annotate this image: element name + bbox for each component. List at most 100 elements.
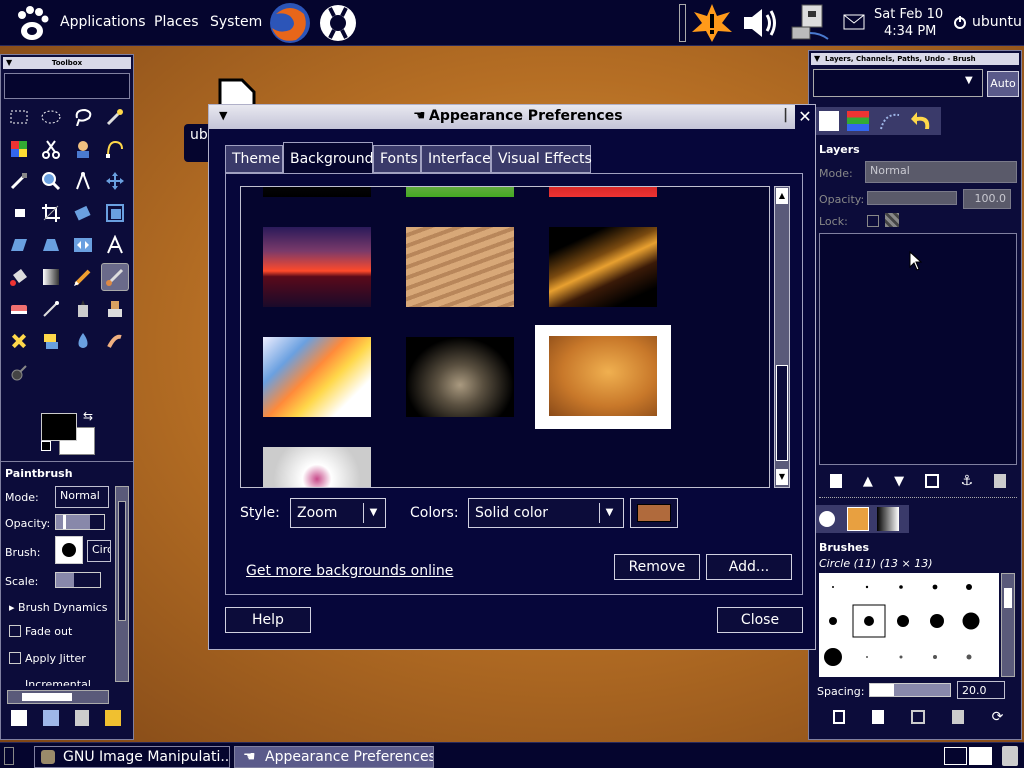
wallpaper-sunset[interactable]	[263, 227, 371, 307]
scale-slider[interactable]	[55, 572, 101, 588]
tab-theme[interactable]: Theme	[225, 145, 283, 173]
eraser-icon[interactable]	[5, 295, 33, 323]
color-select-icon[interactable]	[5, 135, 33, 163]
paths-tab-icon[interactable]	[879, 111, 901, 131]
brush-name-field[interactable]: Circ	[87, 540, 111, 562]
wallpaper-flower[interactable]	[263, 447, 371, 487]
wallpaper-scrollbar[interactable]: ▲ ▼	[774, 186, 790, 488]
perspective-clone-icon[interactable]	[37, 327, 65, 355]
user-name[interactable]: ubuntu	[972, 14, 1022, 30]
restore-options-icon[interactable]	[43, 710, 59, 726]
dock-menu-arrow[interactable]: ▼	[814, 54, 820, 63]
colors-select[interactable]: Solid color ▼	[468, 498, 624, 528]
clock-time[interactable]: 4:34 PM	[884, 24, 936, 39]
rect-select-icon[interactable]	[5, 103, 33, 131]
smudge-icon[interactable]	[101, 327, 129, 355]
close-button[interactable]: Close	[717, 607, 803, 633]
brush-grid[interactable]	[819, 573, 999, 677]
scroll-up-arrow[interactable]: ▲	[776, 188, 788, 204]
trash-icon[interactable]	[1002, 746, 1018, 766]
clone-icon[interactable]	[101, 295, 129, 323]
image-combo-arrow[interactable]: ▼	[965, 75, 973, 86]
align-icon[interactable]	[5, 199, 33, 227]
workspace-2[interactable]	[969, 747, 992, 765]
image-select-combo[interactable]	[813, 69, 983, 97]
colors-dropdown-arrow[interactable]: ▼	[599, 503, 619, 523]
lock-alpha-checkbox[interactable]	[867, 215, 879, 227]
tab-background[interactable]: Background	[283, 142, 374, 174]
brush-preview-button[interactable]	[55, 536, 83, 564]
gradients-tab-icon[interactable]	[877, 507, 899, 531]
edit-brush-icon[interactable]	[832, 710, 845, 724]
firefox-launcher-icon[interactable]	[266, 0, 314, 46]
minimize-icon[interactable]: |	[783, 107, 788, 123]
workspace-switcher[interactable]	[944, 747, 992, 765]
wallpaper-partial-3[interactable]	[549, 187, 657, 197]
undo-tab-icon[interactable]	[909, 109, 935, 133]
layer-opacity-slider[interactable]	[867, 191, 957, 205]
opacity-slider[interactable]	[55, 514, 105, 530]
wallpaper-paint-stack[interactable]	[263, 337, 371, 417]
ellipse-select-icon[interactable]	[37, 103, 65, 131]
close-window-icon[interactable]: ✕	[795, 105, 815, 129]
delete-options-icon[interactable]	[75, 710, 89, 726]
menu-system[interactable]: System	[210, 14, 262, 30]
window-menu-icon[interactable]: ▼	[219, 109, 227, 122]
scissors-icon[interactable]	[37, 135, 65, 163]
reset-options-icon[interactable]	[105, 710, 121, 726]
power-icon[interactable]	[952, 14, 968, 30]
raise-layer-icon[interactable]: ▲	[863, 474, 873, 489]
paths-icon[interactable]	[101, 135, 129, 163]
wallpaper-partial-1[interactable]	[263, 187, 371, 197]
bucket-fill-icon[interactable]	[5, 263, 33, 291]
new-layer-icon[interactable]	[829, 474, 842, 488]
style-dropdown-arrow[interactable]: ▼	[363, 503, 383, 523]
mode-select[interactable]: Normal	[55, 486, 109, 508]
duplicate-layer-icon[interactable]	[925, 474, 940, 488]
tab-fonts[interactable]: Fonts	[373, 145, 421, 173]
spacing-field[interactable]: 20.0	[957, 681, 1005, 699]
swap-colors-icon[interactable]: ⇆	[83, 409, 93, 423]
gnome-foot-icon[interactable]	[12, 3, 52, 43]
lower-layer-icon[interactable]: ▼	[894, 474, 904, 489]
toolbox-image-area[interactable]	[4, 73, 130, 99]
color-picker-icon[interactable]	[5, 167, 33, 195]
tool-options-hscrollbar[interactable]	[7, 690, 109, 704]
menu-applications[interactable]: Applications	[60, 14, 146, 30]
clock-date[interactable]: Sat Feb 10	[874, 7, 943, 22]
add-button[interactable]: Add...	[706, 554, 792, 580]
text-icon[interactable]	[101, 231, 129, 259]
brushes-tab-icon[interactable]	[819, 511, 835, 527]
wallpaper-dunes[interactable]	[406, 227, 514, 307]
rotate-icon[interactable]	[69, 199, 97, 227]
apply-jitter-checkbox[interactable]	[9, 652, 21, 664]
fade-out-checkbox[interactable]	[9, 625, 21, 637]
duplicate-brush-icon[interactable]	[911, 710, 926, 724]
style-select[interactable]: Zoom ▼	[290, 498, 386, 528]
delete-layer-icon[interactable]	[994, 474, 1007, 488]
dodge-burn-icon[interactable]	[5, 359, 33, 387]
default-colors-icon[interactable]	[41, 441, 51, 451]
update-alert-icon[interactable]	[690, 2, 734, 44]
foreground-select-icon[interactable]	[69, 135, 97, 163]
tab-interface[interactable]: Interface	[421, 145, 491, 173]
wallpaper-water-drops[interactable]	[406, 337, 514, 417]
volume-icon[interactable]	[738, 4, 782, 42]
task-gimp[interactable]: GNU Image Manipulati...	[34, 746, 230, 768]
blur-icon[interactable]	[69, 327, 97, 355]
color-picker-button[interactable]	[630, 498, 678, 528]
help-button[interactable]: Help	[225, 607, 311, 633]
ink-icon[interactable]	[69, 295, 97, 323]
airbrush-icon[interactable]	[37, 295, 65, 323]
pencil-icon[interactable]	[69, 263, 97, 291]
remove-button[interactable]: Remove	[614, 554, 700, 580]
foreground-color-swatch[interactable]	[41, 413, 77, 441]
wallpaper-selected[interactable]	[535, 325, 671, 429]
wallpaper-partial-2[interactable]	[406, 187, 514, 197]
mail-icon[interactable]	[842, 12, 866, 32]
scrollbar-thumb[interactable]	[776, 365, 788, 461]
spacing-slider[interactable]	[869, 683, 951, 697]
flip-icon[interactable]	[69, 231, 97, 259]
menu-places[interactable]: Places	[154, 14, 199, 30]
anchor-layer-icon[interactable]: ⚓	[961, 473, 974, 489]
